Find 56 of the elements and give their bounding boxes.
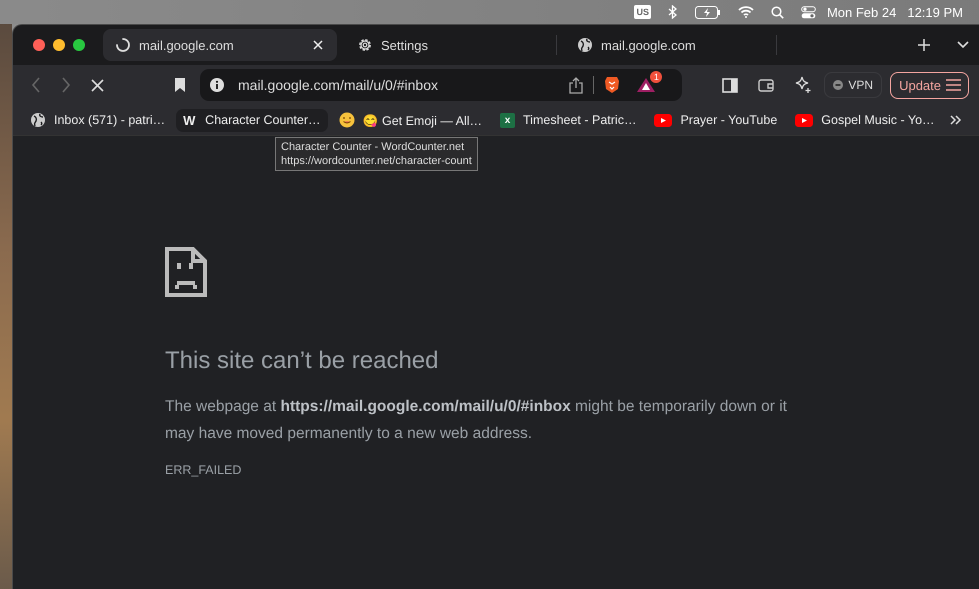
- back-icon[interactable]: [31, 77, 41, 93]
- new-tab-icon[interactable]: [917, 38, 931, 52]
- sad-document-icon: [165, 247, 207, 297]
- menu-bar-date[interactable]: Mon Feb 24: [826, 4, 896, 20]
- minus-circle-icon: [833, 80, 844, 90]
- letter-favicon: W: [183, 112, 196, 128]
- bookmark-icon[interactable]: [174, 77, 186, 93]
- bookmark-item[interactable]: Inbox (571) - patri…: [23, 108, 172, 132]
- error-message: The webpage at https://mail.google.com/mail/u/0/#inbox might be temporarily down or it may have moved permanently to a new web address.: [165, 397, 788, 444]
- notification-badge: 1: [650, 71, 662, 83]
- sidebar-icon[interactable]: [722, 78, 738, 92]
- share-icon[interactable]: [569, 76, 584, 94]
- info-icon[interactable]: [210, 78, 224, 92]
- menu-bar-time[interactable]: 12:19 PM: [907, 4, 963, 20]
- globe-icon: [577, 37, 593, 53]
- wallet-icon[interactable]: [758, 78, 774, 92]
- double-chevron-icon[interactable]: [950, 115, 962, 125]
- error-heading: This site can’t be reached: [165, 347, 438, 375]
- battery-icon[interactable]: [694, 6, 721, 18]
- lion-shield-icon[interactable]: [604, 76, 620, 94]
- play-icon: [654, 114, 672, 126]
- bookmark-item[interactable]: 😋 Get Emoji — All…: [332, 108, 489, 132]
- close-icon: [313, 40, 323, 50]
- browser-tab[interactable]: mail.google.com: [565, 35, 777, 55]
- control-center-icon[interactable]: [800, 6, 816, 18]
- tooltip-url: https://wordcounter.net/character-count: [281, 154, 472, 168]
- wifi-icon[interactable]: [738, 6, 754, 18]
- rewards-button[interactable]: 1: [636, 71, 662, 93]
- bookmark-item[interactable]: Gospel Music - Yo…: [788, 109, 942, 131]
- address-bar[interactable]: mail.google.com/mail/u/0/#inbox 1: [200, 69, 682, 101]
- globe-icon: [30, 112, 46, 128]
- bookmark-item[interactable]: W Character Counter…: [176, 108, 328, 132]
- input-source-indicator[interactable]: US: [634, 5, 651, 19]
- browser-tab[interactable]: Settings: [345, 35, 557, 55]
- search-icon[interactable]: [770, 6, 784, 18]
- smiley-icon: [338, 112, 354, 128]
- bluetooth-icon[interactable]: [668, 5, 678, 19]
- tooltip-title: Character Counter - WordCounter.net: [281, 140, 466, 154]
- vpn-button[interactable]: VPN: [824, 72, 882, 98]
- sparkle-icon[interactable]: [794, 76, 812, 94]
- stop-icon[interactable]: [91, 78, 104, 92]
- bookmark-item[interactable]: Prayer - YouTube: [647, 109, 784, 131]
- bookmark-item[interactable]: x Timesheet - Patric…: [493, 108, 644, 132]
- menu-icon: [946, 79, 961, 91]
- minimize-window-button[interactable]: [53, 39, 65, 51]
- update-button[interactable]: Update: [890, 72, 969, 98]
- settings-icon: [357, 37, 373, 53]
- close-window-button[interactable]: [33, 39, 45, 51]
- browser-tab[interactable]: mail.google.com: [103, 29, 337, 61]
- forward-icon[interactable]: [61, 77, 71, 93]
- loading-spinner-icon: [115, 37, 131, 53]
- play-icon: [795, 114, 814, 126]
- chevron-down-icon[interactable]: [957, 41, 969, 49]
- zoom-window-button[interactable]: [73, 39, 85, 51]
- spreadsheet-favicon: x: [500, 112, 515, 128]
- error-code: ERR_FAILED: [165, 463, 242, 477]
